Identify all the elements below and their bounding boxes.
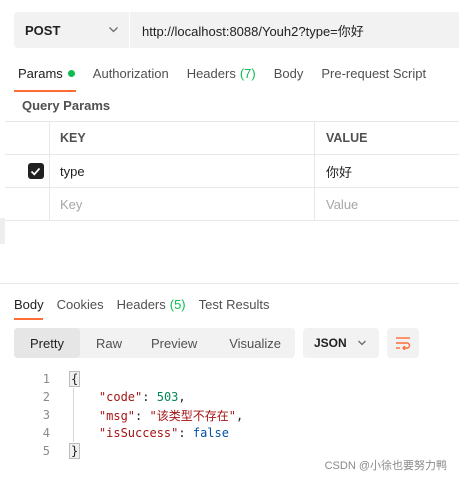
checkmark-icon [30,167,41,176]
param-value: 你好 [326,164,353,180]
code-line: 1 { [0,370,459,388]
chevron-down-icon [358,340,366,346]
active-tab-indicator [14,90,76,92]
line-number: 3 [42,408,50,422]
tab-prerequest-script[interactable]: Pre-request Script [321,66,426,81]
json-key-issuccess: "isSuccess" [98,426,179,440]
watermark: CSDN @小徐也要努力鸭 [324,460,447,472]
tab-params[interactable]: Params [18,66,75,81]
view-preview[interactable]: Preview [135,328,213,358]
request-tabs: Params Authorization Headers (7) Body Pr… [18,66,444,81]
tab-test-results[interactable]: Test Results [199,297,270,312]
tab-response-body[interactable]: Body [14,297,44,312]
code-line: 2 "code": 503, [0,388,459,406]
table-row: type 你好 [5,155,459,188]
param-key: type [60,163,85,179]
tab-response-headers-label: Headers [116,297,166,312]
query-params-title: Query Params [22,98,111,113]
response-tabs: Body Cookies Headers (5) Test Results [14,297,282,312]
pane-resize-handle[interactable] [0,218,5,244]
response-headers-count: (5) [169,297,186,312]
wrap-lines-button[interactable] [387,328,419,358]
param-key-cell[interactable]: type [50,155,315,187]
url-text: http://localhost:8088/Youh2?type=你好 [142,23,364,39]
param-value-cell[interactable]: 你好 [315,155,459,187]
view-visualize[interactable]: Visualize [213,328,297,358]
table-row-empty: Key Value [5,188,459,221]
json-key-msg: "msg" [98,408,136,423]
tab-authorization[interactable]: Authorization [93,66,169,81]
pane-divider[interactable] [0,283,459,284]
json-value-code: 503 [156,390,179,404]
format-label: JSON [314,336,347,350]
column-header-value: VALUE [326,131,368,145]
tab-cookies[interactable]: Cookies [57,297,104,312]
tab-params-label: Params [18,66,63,81]
table-header-row: KEY VALUE [5,121,459,155]
tab-headers-label: Headers [186,66,236,81]
tab-headers[interactable]: Headers (7) [187,66,256,81]
view-mode-tabs: Pretty Raw Preview Visualize [14,328,295,358]
url-input[interactable]: http://localhost:8088/Youh2?type=你好 [129,12,459,48]
new-key-input[interactable]: Key [50,188,315,220]
tab-body-label: Body [273,66,304,81]
code-line: 4 "isSuccess": false [0,424,459,442]
line-number: 4 [42,426,50,440]
column-header-key: KEY [50,122,315,154]
json-value-msg: "该类型不存在" [149,408,236,423]
method-select[interactable]: POST [14,12,129,48]
code-line: 3 "msg": "该类型不存在", [0,406,459,424]
json-open-brace: { [68,371,81,387]
line-number: 1 [42,372,50,386]
params-active-dot [67,70,75,77]
view-pretty[interactable]: Pretty [14,328,80,358]
view-raw[interactable]: Raw [80,328,135,358]
json-key-code: "code" [98,390,143,404]
tab-response-headers[interactable]: Headers (5) [117,297,186,312]
json-value-issuccess: false [192,426,229,440]
wrap-lines-icon [396,337,411,350]
new-value-input[interactable]: Value [315,188,459,220]
params-table: KEY VALUE type 你好 Key Value [5,121,459,221]
json-close-brace: } [68,443,81,459]
chevron-down-icon [109,27,118,33]
header-check-cell [5,122,50,154]
headers-count-badge: (7) [239,66,256,81]
param-checkbox[interactable] [27,163,44,179]
request-bar: POST http://localhost:8088/Youh2?type=你好 [14,12,459,48]
row-check-cell [5,155,50,187]
format-select[interactable]: JSON [303,328,379,358]
line-number: 2 [42,390,50,404]
indent-guide [73,388,74,442]
method-label: POST [25,22,61,38]
tab-authorization-label: Authorization [92,66,169,81]
tab-body[interactable]: Body [274,66,304,81]
response-active-tab-indicator [14,318,43,320]
line-number: 5 [42,444,50,458]
tab-prerequest-label: Pre-request Script [321,66,427,81]
empty-check-cell [5,188,50,220]
response-code-viewer[interactable]: 1 { 2 "code": 503, 3 "msg": "该类型不存在", 4 … [0,370,459,460]
